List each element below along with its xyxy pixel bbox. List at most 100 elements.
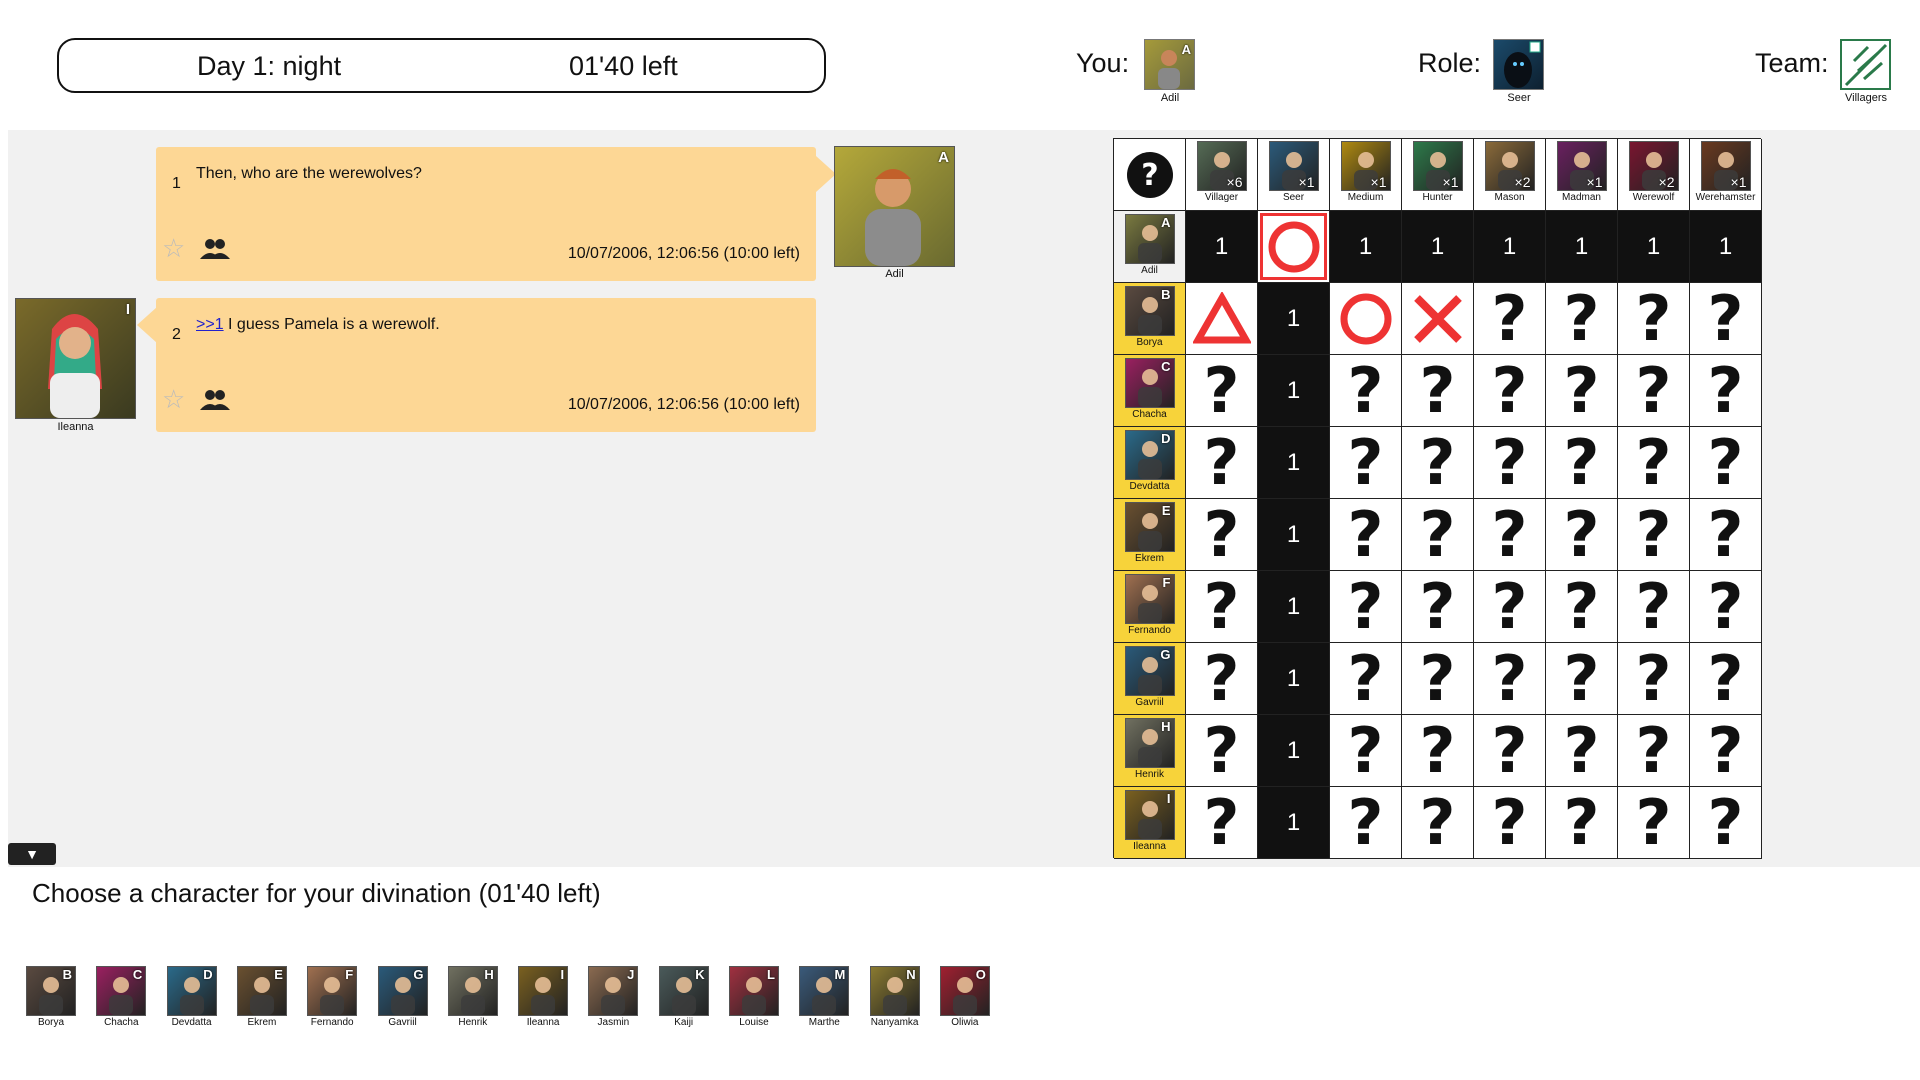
unknown-mark[interactable]: ? bbox=[1546, 498, 1618, 571]
grid-cell[interactable]: 1 bbox=[1258, 571, 1330, 643]
unknown-mark[interactable]: ? bbox=[1546, 642, 1618, 715]
unknown-mark[interactable]: ? bbox=[1402, 570, 1474, 643]
unknown-mark[interactable]: ? bbox=[1402, 786, 1474, 859]
grid-cell[interactable]: 1 bbox=[1546, 211, 1618, 283]
unknown-mark[interactable]: ? bbox=[1618, 498, 1690, 571]
grid-cell[interactable]: 1 bbox=[1474, 211, 1546, 283]
grid-cell[interactable]: 1 bbox=[1330, 211, 1402, 283]
character-option-jasmin[interactable]: J Jasmin bbox=[587, 966, 639, 1028]
unknown-mark[interactable]: ? bbox=[1330, 498, 1402, 571]
character-option-oliwia[interactable]: O Oliwia bbox=[939, 966, 991, 1028]
unknown-mark[interactable]: ? bbox=[1474, 714, 1546, 787]
role-header-villager[interactable]: ×6 Villager bbox=[1186, 139, 1258, 211]
unknown-mark[interactable]: ? bbox=[1186, 426, 1258, 499]
grid-cell[interactable] bbox=[1258, 211, 1330, 283]
unknown-mark[interactable]: ? bbox=[1546, 426, 1618, 499]
character-option-ileanna[interactable]: I Ileanna bbox=[517, 966, 569, 1028]
group-icon[interactable] bbox=[200, 388, 230, 418]
grid-cell[interactable]: 1 bbox=[1258, 643, 1330, 715]
unknown-mark[interactable]: ? bbox=[1618, 426, 1690, 499]
grid-cell[interactable]: 1 bbox=[1402, 211, 1474, 283]
unknown-mark[interactable]: ? bbox=[1186, 498, 1258, 571]
character-option-borya[interactable]: B Borya bbox=[25, 966, 77, 1028]
unknown-mark[interactable]: ? bbox=[1690, 714, 1762, 787]
unknown-mark[interactable]: ? bbox=[1546, 570, 1618, 643]
unknown-mark[interactable]: ? bbox=[1690, 354, 1762, 427]
role-header-madman[interactable]: ×1 Madman bbox=[1546, 139, 1618, 211]
unknown-mark[interactable]: ? bbox=[1402, 642, 1474, 715]
grid-cell[interactable] bbox=[1186, 283, 1258, 355]
unknown-mark[interactable]: ? bbox=[1618, 282, 1690, 355]
unknown-mark[interactable]: ? bbox=[1618, 354, 1690, 427]
player-row-borya[interactable]: B Borya bbox=[1114, 283, 1186, 355]
unknown-mark[interactable]: ? bbox=[1618, 642, 1690, 715]
unknown-mark[interactable]: ? bbox=[1330, 642, 1402, 715]
unknown-mark[interactable]: ? bbox=[1618, 714, 1690, 787]
unknown-mark[interactable]: ? bbox=[1186, 570, 1258, 643]
unknown-mark[interactable]: ? bbox=[1402, 714, 1474, 787]
character-option-nanyamka[interactable]: N Nanyamka bbox=[869, 966, 921, 1028]
reply-link[interactable]: >>1 bbox=[196, 316, 224, 333]
role-header-seer[interactable]: ×1 Seer bbox=[1258, 139, 1330, 211]
unknown-mark[interactable]: ? bbox=[1186, 714, 1258, 787]
player-row-gavriil[interactable]: G Gavriil bbox=[1114, 643, 1186, 715]
unknown-mark[interactable]: ? bbox=[1330, 354, 1402, 427]
unknown-mark[interactable]: ? bbox=[1330, 426, 1402, 499]
unknown-mark[interactable]: ? bbox=[1690, 498, 1762, 571]
role-header-hunter[interactable]: ×1 Hunter bbox=[1402, 139, 1474, 211]
character-option-chacha[interactable]: C Chacha bbox=[95, 966, 147, 1028]
grid-cell[interactable]: 1 bbox=[1258, 715, 1330, 787]
unknown-mark[interactable]: ? bbox=[1402, 498, 1474, 571]
character-option-ekrem[interactable]: E Ekrem bbox=[236, 966, 288, 1028]
grid-cell[interactable]: 1 bbox=[1258, 355, 1330, 427]
player-row-ileanna[interactable]: I Ileanna bbox=[1114, 787, 1186, 859]
player-row-adil[interactable]: A Adil bbox=[1114, 211, 1186, 283]
star-icon[interactable]: ☆ bbox=[162, 384, 185, 415]
player-row-devdatta[interactable]: D Devdatta bbox=[1114, 427, 1186, 499]
grid-cell[interactable]: 1 bbox=[1258, 499, 1330, 571]
grid-cell[interactable]: 1 bbox=[1690, 211, 1762, 283]
unknown-mark[interactable]: ? bbox=[1618, 570, 1690, 643]
unknown-mark[interactable]: ? bbox=[1690, 570, 1762, 643]
player-row-chacha[interactable]: C Chacha bbox=[1114, 355, 1186, 427]
unknown-mark[interactable]: ? bbox=[1474, 786, 1546, 859]
chevron-down-icon[interactable]: ▼ bbox=[8, 843, 56, 865]
unknown-mark[interactable]: ? bbox=[1474, 642, 1546, 715]
unknown-mark[interactable]: ? bbox=[1402, 426, 1474, 499]
role-header-werewolf[interactable]: ×2 Werewolf bbox=[1618, 139, 1690, 211]
role-header-werehamster[interactable]: ×1 Werehamster bbox=[1690, 139, 1762, 211]
unknown-mark[interactable]: ? bbox=[1690, 642, 1762, 715]
unknown-mark[interactable]: ? bbox=[1546, 714, 1618, 787]
character-option-henrik[interactable]: H Henrik bbox=[447, 966, 499, 1028]
unknown-mark[interactable]: ? bbox=[1186, 786, 1258, 859]
unknown-mark[interactable]: ? bbox=[1474, 426, 1546, 499]
unknown-mark[interactable]: ? bbox=[1402, 354, 1474, 427]
author-avatar[interactable]: I bbox=[15, 298, 136, 419]
author-avatar[interactable]: A bbox=[834, 146, 955, 267]
grid-cell[interactable]: 1 bbox=[1258, 427, 1330, 499]
unknown-mark[interactable]: ? bbox=[1546, 282, 1618, 355]
grid-cell[interactable] bbox=[1330, 283, 1402, 355]
grid-cell[interactable] bbox=[1402, 283, 1474, 355]
unknown-mark[interactable]: ? bbox=[1546, 786, 1618, 859]
unknown-mark[interactable]: ? bbox=[1330, 570, 1402, 643]
unknown-mark[interactable]: ? bbox=[1474, 354, 1546, 427]
unknown-mark[interactable]: ? bbox=[1186, 354, 1258, 427]
unknown-mark[interactable]: ? bbox=[1690, 786, 1762, 859]
group-icon[interactable] bbox=[200, 237, 230, 267]
star-icon[interactable]: ☆ bbox=[162, 233, 185, 264]
role-header-mason[interactable]: ×2 Mason bbox=[1474, 139, 1546, 211]
character-option-devdatta[interactable]: D Devdatta bbox=[166, 966, 218, 1028]
character-option-gavriil[interactable]: G Gavriil bbox=[377, 966, 429, 1028]
role-header-medium[interactable]: ×1 Medium bbox=[1330, 139, 1402, 211]
character-option-louise[interactable]: L Louise bbox=[728, 966, 780, 1028]
grid-cell[interactable]: 1 bbox=[1618, 211, 1690, 283]
unknown-mark[interactable]: ? bbox=[1618, 786, 1690, 859]
player-row-fernando[interactable]: F Fernando bbox=[1114, 571, 1186, 643]
unknown-mark[interactable]: ? bbox=[1474, 498, 1546, 571]
character-option-fernando[interactable]: F Fernando bbox=[306, 966, 358, 1028]
unknown-mark[interactable]: ? bbox=[1186, 642, 1258, 715]
unknown-mark[interactable]: ? bbox=[1546, 354, 1618, 427]
unknown-mark[interactable]: ? bbox=[1690, 426, 1762, 499]
player-row-henrik[interactable]: H Henrik bbox=[1114, 715, 1186, 787]
